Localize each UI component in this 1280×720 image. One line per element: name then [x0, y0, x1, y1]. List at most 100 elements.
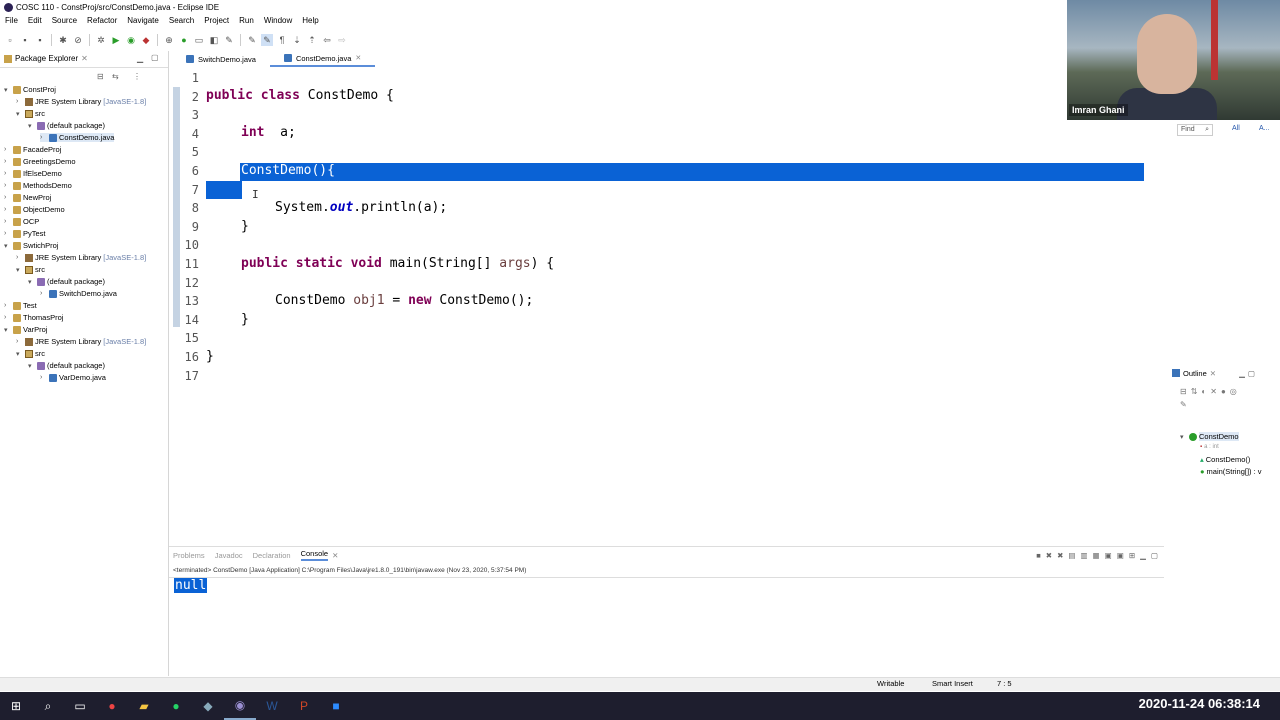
expand-icon[interactable]: ▾: [4, 242, 11, 250]
tab-javadoc[interactable]: Javadoc: [215, 551, 243, 560]
tree-item[interactable]: › GreetingsDemo: [4, 157, 76, 166]
tab-problems[interactable]: Problems: [173, 551, 205, 560]
task-view-icon[interactable]: ▭: [64, 692, 96, 720]
collapse-icon[interactable]: ›: [16, 338, 23, 345]
collapse-icon[interactable]: ›: [4, 170, 11, 177]
powerpoint-icon[interactable]: P: [288, 692, 320, 720]
tree-item[interactable]: ▾ src: [16, 265, 45, 274]
collapse-icon[interactable]: ›: [4, 194, 11, 201]
save-all-icon[interactable]: ▪: [34, 34, 46, 46]
menu-navigate[interactable]: Navigate: [122, 16, 164, 30]
tab-constdemo[interactable]: ConstDemo.java ✕: [269, 51, 376, 67]
debug-icon[interactable]: ✱: [57, 34, 69, 46]
show-whitespace-icon[interactable]: ¶: [276, 34, 288, 46]
next-annotation-icon[interactable]: ⇣: [291, 34, 303, 46]
expand-icon[interactable]: ▾: [28, 122, 35, 130]
search-icon[interactable]: ✎: [223, 34, 235, 46]
collapse-icon[interactable]: ›: [4, 218, 11, 225]
view-menu-icon[interactable]: ⋮: [133, 72, 141, 81]
word-icon[interactable]: W: [256, 692, 288, 720]
tree-item[interactable]: › IfElseDemo: [4, 169, 62, 178]
tree-item[interactable]: ▾ (default package): [28, 277, 105, 286]
expand-icon[interactable]: ▾: [28, 278, 35, 286]
outline-method[interactable]: ● main(String[]) : v: [1200, 467, 1262, 476]
bug-icon[interactable]: ✲: [95, 34, 107, 46]
tree-item[interactable]: › PyTest: [4, 229, 46, 238]
find-input[interactable]: Find ⌕: [1177, 124, 1213, 136]
back-icon[interactable]: ⇦: [321, 34, 333, 46]
collapse-icon[interactable]: ›: [4, 230, 11, 237]
scroll-lock-icon[interactable]: ▥: [1080, 551, 1087, 560]
skip-breakpoints-icon[interactable]: ⊘: [72, 34, 84, 46]
display-console-icon[interactable]: ▣: [1117, 551, 1124, 560]
collapse-all-icon[interactable]: ⊟: [97, 72, 104, 81]
collapse-icon[interactable]: ›: [4, 206, 11, 213]
previous-annotation-icon[interactable]: ⇡: [306, 34, 318, 46]
find-more-link[interactable]: A...: [1259, 125, 1270, 132]
maximize-icon[interactable]: ▢: [1151, 551, 1158, 560]
collapse-icon[interactable]: ›: [4, 302, 11, 309]
open-type-icon[interactable]: ▭: [193, 34, 205, 46]
collapse-icon[interactable]: ›: [16, 254, 23, 261]
tree-item[interactable]: › SwitchDemo.java: [40, 289, 117, 298]
tab-declaration[interactable]: Declaration: [253, 551, 291, 560]
close-icon[interactable]: ✕: [1210, 369, 1216, 378]
close-tab-icon[interactable]: ✕: [355, 54, 361, 62]
collapse-icon[interactable]: ›: [40, 374, 47, 381]
save-icon[interactable]: ▪: [19, 34, 31, 46]
hide-static-icon[interactable]: ✕: [1210, 387, 1217, 396]
collapse-icon[interactable]: ›: [4, 182, 11, 189]
tree-item[interactable]: ▾ ConstProj: [4, 85, 56, 94]
code-editor[interactable]: 1 2 3 4 5 6 7 8 9 10 11 12 13 14 15 16 17 public class C…: [172, 68, 1162, 538]
collapse-icon[interactable]: ›: [4, 314, 11, 321]
collapse-icon[interactable]: ›: [4, 146, 11, 153]
hide-nonpublic-icon[interactable]: ●: [1221, 387, 1226, 396]
collapse-icon[interactable]: ›: [40, 134, 47, 141]
tab-switchdemo[interactable]: SwitchDemo.java: [172, 51, 270, 67]
tree-item[interactable]: › JRE System Library [JavaSE-1.8]: [16, 337, 146, 346]
word-wrap-icon[interactable]: ▦: [1093, 551, 1100, 560]
toggle-block-selection-icon[interactable]: ✎: [261, 34, 273, 46]
tree-item[interactable]: › Test: [4, 301, 37, 310]
hide-fields-icon[interactable]: ◐: [1201, 387, 1206, 396]
pin-console-icon[interactable]: ▣: [1105, 551, 1112, 560]
tab-outline[interactable]: Outline: [1183, 369, 1207, 378]
tab-console[interactable]: Console: [300, 549, 329, 561]
menu-help[interactable]: Help: [297, 16, 323, 30]
expand-icon[interactable]: ▾: [4, 86, 11, 94]
new-icon[interactable]: ▫: [4, 34, 16, 46]
chrome-icon[interactable]: ●: [96, 692, 128, 720]
menu-source[interactable]: Source: [47, 16, 82, 30]
windows-start-icon[interactable]: ⊞: [0, 692, 32, 720]
new-java-project-icon[interactable]: ⊕: [163, 34, 175, 46]
tree-item[interactable]: › JRE System Library [JavaSE-1.8]: [16, 97, 146, 106]
expand-icon[interactable]: ▾: [28, 362, 35, 370]
external-tools-icon[interactable]: ◆: [140, 34, 152, 46]
minimize-icon[interactable]: ▁: [1239, 369, 1245, 378]
terminate-icon[interactable]: ■: [1036, 551, 1041, 560]
find-all-link[interactable]: All: [1232, 125, 1240, 132]
minimize-icon[interactable]: ▁: [1140, 551, 1146, 560]
expand-icon[interactable]: ▾: [1180, 433, 1187, 441]
menu-search[interactable]: Search: [164, 16, 199, 30]
open-console-icon[interactable]: ⊞: [1129, 551, 1135, 560]
tree-item[interactable]: › FacadeProj: [4, 145, 61, 154]
outline-constructor[interactable]: ▴ ConstDemo(): [1200, 455, 1250, 464]
forward-icon[interactable]: ⇨: [336, 34, 348, 46]
tree-item[interactable]: ▾ (default package): [28, 361, 105, 370]
expand-icon[interactable]: ▾: [16, 350, 23, 358]
tree-item[interactable]: › NewProj: [4, 193, 51, 202]
clear-console-icon[interactable]: ▤: [1068, 551, 1075, 560]
focus-icon[interactable]: ✎: [1180, 400, 1187, 409]
search-icon[interactable]: ⌕: [32, 692, 64, 720]
tree-item[interactable]: › ConstDemo.java: [40, 133, 115, 142]
open-task-icon[interactable]: ◧: [208, 34, 220, 46]
outline-field[interactable]: ▪ a : int: [1200, 444, 1219, 450]
tree-item[interactable]: ▾ src: [16, 109, 45, 118]
outline-class[interactable]: ▾ ConstDemo: [1180, 432, 1239, 441]
remove-all-icon[interactable]: ✖: [1057, 551, 1063, 560]
tree-item[interactable]: ▾ src: [16, 349, 45, 358]
tree-item[interactable]: › VarDemo.java: [40, 373, 106, 382]
collapse-icon[interactable]: ›: [40, 290, 47, 297]
tree-item[interactable]: › JRE System Library [JavaSE-1.8]: [16, 253, 146, 262]
